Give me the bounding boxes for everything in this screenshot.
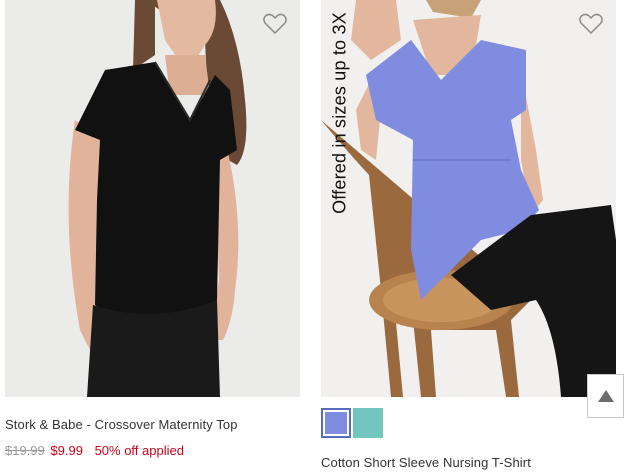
price-row: $19.99 $9.99 50% off applied <box>5 443 184 458</box>
product-card-nursing-tshirt[interactable]: Offered in sizes up to 3X Cotton Short S… <box>321 0 624 470</box>
scroll-to-top-button[interactable] <box>587 374 624 418</box>
product-image[interactable] <box>5 0 300 397</box>
triangle-up-icon <box>598 390 614 402</box>
product-image[interactable]: Offered in sizes up to 3X <box>321 0 616 397</box>
swatch-fill <box>325 412 347 434</box>
favorite-heart-icon[interactable] <box>578 12 604 36</box>
sale-price: $9.99 <box>50 443 83 458</box>
swatch-fill <box>353 408 383 438</box>
model-black-top-illustration <box>5 0 300 397</box>
favorite-heart-icon[interactable] <box>262 12 288 36</box>
model-blue-shirt-illustration <box>321 0 616 397</box>
color-swatch-blue[interactable] <box>321 408 351 438</box>
color-swatches <box>321 408 383 438</box>
color-swatch-teal[interactable] <box>353 408 383 438</box>
product-card-crossover-top[interactable]: Stork & Babe - Crossover Maternity Top $… <box>5 0 300 458</box>
size-availability-badge: Offered in sizes up to 3X <box>329 11 350 214</box>
discount-label: 50% off applied <box>94 443 184 458</box>
product-title[interactable]: Stork & Babe - Crossover Maternity Top <box>5 417 238 432</box>
product-title[interactable]: Cotton Short Sleeve Nursing T-Shirt <box>321 455 531 470</box>
original-price: $19.99 <box>5 443 45 458</box>
